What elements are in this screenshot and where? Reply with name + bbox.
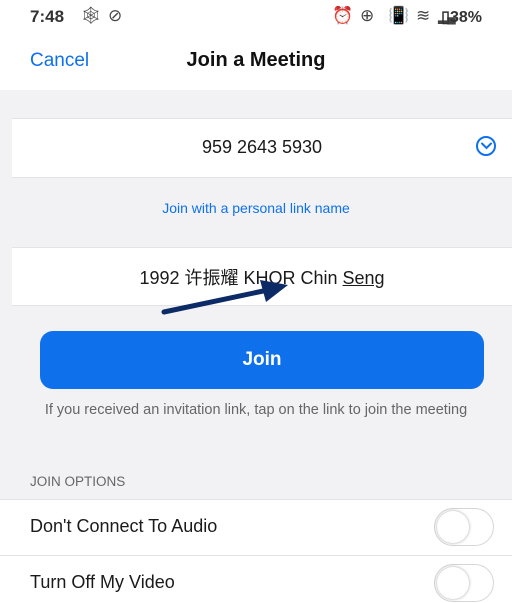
page-title: Join a Meeting (186, 49, 326, 71)
status-bar: 7:48 🕸 ⊘ ⏰ ⊕ 📳 ≋ ▂▄ ▯38% (0, 0, 512, 34)
option-row-audio: Don't Connect To Audio (0, 499, 512, 555)
join-options-header: JOIN OPTIONS (30, 474, 126, 489)
option-label-audio: Don't Connect To Audio (30, 516, 218, 536)
battery-indicator: ▯38% (441, 9, 482, 26)
meeting-id-input[interactable]: 959 2643 5930 (12, 137, 512, 158)
battery-percent: 38% (449, 9, 482, 26)
wifi-icon: ≋ (416, 6, 431, 25)
toggle-knob (437, 567, 469, 599)
check-icon: ⊘ (108, 6, 123, 25)
display-name-underlined: Seng (342, 268, 385, 288)
alarm-icon: ⏰ (332, 6, 354, 25)
video-toggle[interactable] (434, 564, 494, 602)
nav-bar: Cancel Join a Meeting (0, 34, 512, 90)
status-time: 7:48 (30, 7, 65, 26)
join-button[interactable]: Join (40, 331, 484, 389)
notification-icon: 🕸 (80, 6, 102, 25)
sync-icon: ⊕ (360, 6, 375, 25)
vibrate-icon: 📳 (388, 6, 410, 25)
meeting-id-row: 959 2643 5930 (12, 118, 512, 178)
chevron-down-icon[interactable] (476, 136, 496, 156)
invitation-hint: If you received an invitation link, tap … (44, 402, 468, 418)
annotation-arrow-icon (161, 280, 288, 315)
option-label-video: Turn Off My Video (30, 572, 175, 592)
toggle-knob (437, 511, 469, 543)
personal-link-button[interactable]: Join with a personal link name (0, 200, 512, 216)
option-row-video: Turn Off My Video (0, 555, 512, 603)
audio-toggle[interactable] (434, 508, 494, 546)
